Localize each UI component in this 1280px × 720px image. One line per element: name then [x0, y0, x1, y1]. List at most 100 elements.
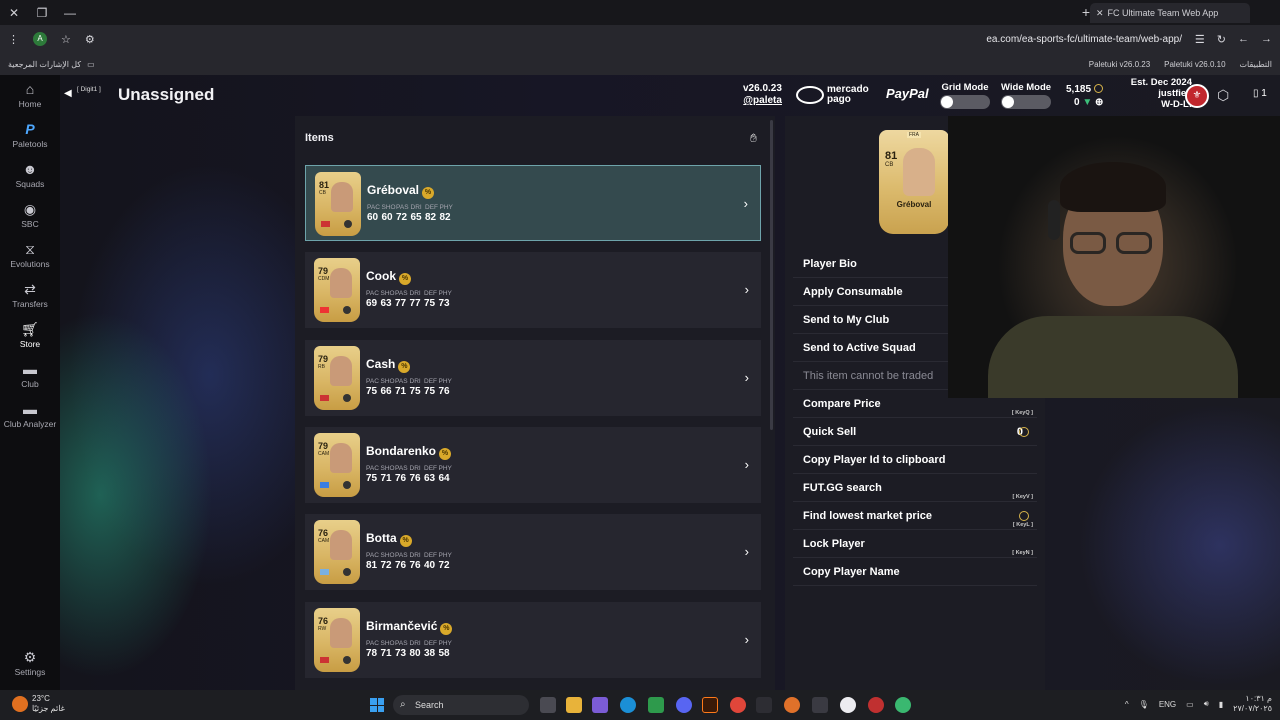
chevron-right-icon: › [744, 282, 749, 298]
sidebar-item-sbc[interactable]: ◉ SBC [0, 201, 60, 229]
club-badge-icon: ⚜ [1185, 84, 1209, 108]
windows-start-icon[interactable] [370, 698, 384, 712]
edge-icon[interactable] [620, 697, 636, 713]
club-analyzer-icon: ▬ [23, 401, 37, 417]
wide-mode-toggle[interactable]: Wide Mode [1001, 82, 1051, 109]
back-arrow-icon[interactable]: ← [1238, 33, 1249, 46]
store-app-icon[interactable] [648, 697, 664, 713]
forward-arrow-icon[interactable]: → [1261, 33, 1272, 46]
clock[interactable]: م ١٠:٣١ ٢٧/٠٧/٢٠٢٥ [1233, 694, 1272, 714]
browser-tab[interactable]: ✕ FC Ultimate Team Web App [1090, 3, 1250, 23]
player-name: Botta% [366, 531, 412, 548]
menu-item-copy-player-name[interactable]: Copy Player Name[ KeyN ] [793, 550, 1037, 586]
player-portrait [330, 530, 352, 561]
app-icon[interactable] [756, 697, 772, 713]
task-view-icon[interactable] [540, 697, 556, 713]
illustrator-icon[interactable] [702, 697, 718, 713]
close-tab-icon[interactable]: ✕ [1096, 8, 1104, 19]
sidebar-item-home[interactable]: ⌂ Home [0, 81, 60, 109]
url-field[interactable]: ea.com/ea-sports-fc/ultimate-team/web-ap… [986, 34, 1182, 45]
tune-icon[interactable]: ☰ [1195, 33, 1205, 46]
sidebar-item-store[interactable]: 🛒︎ Store [0, 321, 60, 349]
hex-icon[interactable]: ⬡ [1217, 87, 1229, 104]
digit-hint: [ Digit1 ] [77, 86, 101, 93]
taskbar-search[interactable]: ⌕ Search [393, 695, 529, 715]
copilot-icon[interactable] [592, 697, 608, 713]
star-icon[interactable]: ☆ [61, 33, 71, 46]
coin-icon [1019, 427, 1029, 437]
notifications-icon[interactable]: ▯ 1 [1253, 88, 1267, 99]
chevron-right-icon: › [743, 196, 748, 211]
discord-icon[interactable] [676, 697, 692, 713]
browser-titlebar: ✕ ❐ — + ✕ FC Ultimate Team Web App [0, 0, 1280, 25]
chrome-profile-icon[interactable] [868, 697, 884, 713]
player-card: 76 RW [314, 607, 360, 672]
player-list-item[interactable]: 76 RW Birmančević% PAC 78 SHO 71 PAS 73 DRI 80 D… [305, 601, 761, 678]
player-list-item[interactable]: 81 CB Gréboval% PAC 60 SHO 60 PAS 72 DRI 65 DEF 8… [305, 165, 761, 241]
mic-icon[interactable]: 🎙︎ [1139, 700, 1149, 709]
chrome-icon[interactable] [730, 697, 746, 713]
extension-icon[interactable]: ⚙ [85, 33, 95, 46]
new-tab-button[interactable]: + [1082, 4, 1090, 20]
player-name: Bondarenko% [366, 444, 452, 460]
reload-icon[interactable]: ↻ [1217, 33, 1226, 46]
back-arrow-icon[interactable]: ◀ [64, 88, 72, 99]
bookmark-apps[interactable]: التطبيقات [1240, 60, 1272, 69]
player-portrait [330, 268, 352, 299]
stat-5: PHY 76 [438, 377, 452, 397]
sidebar-item-paletools[interactable]: P Paletools [0, 121, 60, 149]
menu-icon[interactable]: ⋮ [8, 33, 19, 46]
stat-1: SHO 60 [381, 204, 396, 223]
grid-mode-toggle[interactable]: Grid Mode [940, 82, 990, 109]
restore-window-icon[interactable]: ❐ [28, 6, 56, 20]
profile-avatar[interactable]: A [33, 32, 47, 46]
player-list-item[interactable]: 79 RB Cash% PAC 75 SHO 66 PAS 71 DRI 75 DEF 75 PHY… [305, 339, 761, 416]
sidebar: ⌂ Home P Paletools ☻ Squads ◉ SBC ⧖ Evol… [0, 75, 60, 690]
player-list-item[interactable]: 76 CAM Botta% PAC 81 SHO 72 PAS 76 DRI 76 DEF 40 P… [305, 514, 761, 591]
sbc-icon: ◉ [23, 201, 37, 217]
player-card: 79 RB [314, 345, 360, 410]
minimize-window-icon[interactable]: — [56, 6, 84, 20]
network-icon[interactable]: ▭ [1186, 700, 1194, 709]
club-crest-icon [343, 306, 351, 315]
bookmark-paletuki-10[interactable]: Paletuki v26.0.10 [1164, 60, 1225, 69]
mercado-pago-button[interactable]: mercado pago [796, 82, 876, 108]
bookmark-paletuki-23[interactable]: Paletuki v26.0.23 [1089, 60, 1150, 69]
battery-icon[interactable]: ▮ [1219, 700, 1223, 709]
menu-item-lock-player[interactable]: Lock Player[ KeyL ] [793, 522, 1037, 558]
flag-icon [320, 481, 329, 488]
blender-icon[interactable] [784, 697, 800, 713]
menu-item-quick-sell[interactable]: Quick Sell[ KeyQ ] 0 [793, 410, 1037, 446]
stat-2: PAS 72 [396, 204, 409, 223]
player-list-item[interactable]: 79 CAM Bondarenko% PAC 75 SHO 71 PAS 76 DRI 76 D… [305, 426, 761, 503]
bookmarks-all[interactable]: كل الإشارات المرجعية [8, 60, 81, 69]
calculator-icon[interactable] [812, 697, 828, 713]
menu-item-find-lowest-market-price[interactable]: Find lowest market price[ KeyV ] [793, 494, 1037, 530]
evolution-badge-icon: % [439, 447, 452, 460]
scrollbar[interactable] [770, 120, 773, 430]
chrome-active-icon[interactable] [895, 697, 911, 713]
points-value: 0 [1074, 97, 1080, 108]
tray-expand-icon[interactable]: ^ [1125, 700, 1129, 709]
sidebar-item-club[interactable]: ▬ Club [0, 361, 60, 389]
stat-2: PAS 73 [395, 639, 408, 659]
sidebar-item-transfers[interactable]: ⇄ Transfers [0, 281, 60, 309]
file-explorer-icon[interactable] [566, 697, 582, 713]
app-circle-icon[interactable] [840, 697, 856, 713]
language-indicator[interactable]: ENG [1159, 700, 1176, 709]
sidebar-item-evolutions[interactable]: ⧖ Evolutions [0, 241, 60, 269]
stat-0: PAC 78 [366, 639, 379, 659]
menu-item-copy-player-id-to-clipboard[interactable]: Copy Player Id to clipboard [793, 446, 1037, 474]
stat-2: PAS 76 [395, 464, 408, 484]
sidebar-item-squads[interactable]: ☻ Squads [0, 161, 60, 189]
player-portrait [330, 442, 352, 473]
weather-widget[interactable]: 23°C غائم جزئيًا [12, 694, 65, 714]
paypal-button[interactable]: PayPal [886, 86, 929, 101]
sidebar-item-settings[interactable]: ⚙ Settings [0, 649, 60, 677]
volume-icon[interactable]: 🔊︎ [1204, 699, 1209, 709]
sidebar-item-club-analyzer[interactable]: ▬ Club Analyzer [0, 401, 60, 429]
close-window-icon[interactable]: ✕ [0, 6, 28, 20]
player-list-item[interactable]: 79 CDM Cook% PAC 69 SHO 63 PAS 77 DRI 77 DEF 75 PH… [305, 252, 761, 329]
menu-item-fut-gg-search[interactable]: FUT.GG search [793, 474, 1037, 502]
author-link[interactable]: @paleta [743, 95, 782, 107]
